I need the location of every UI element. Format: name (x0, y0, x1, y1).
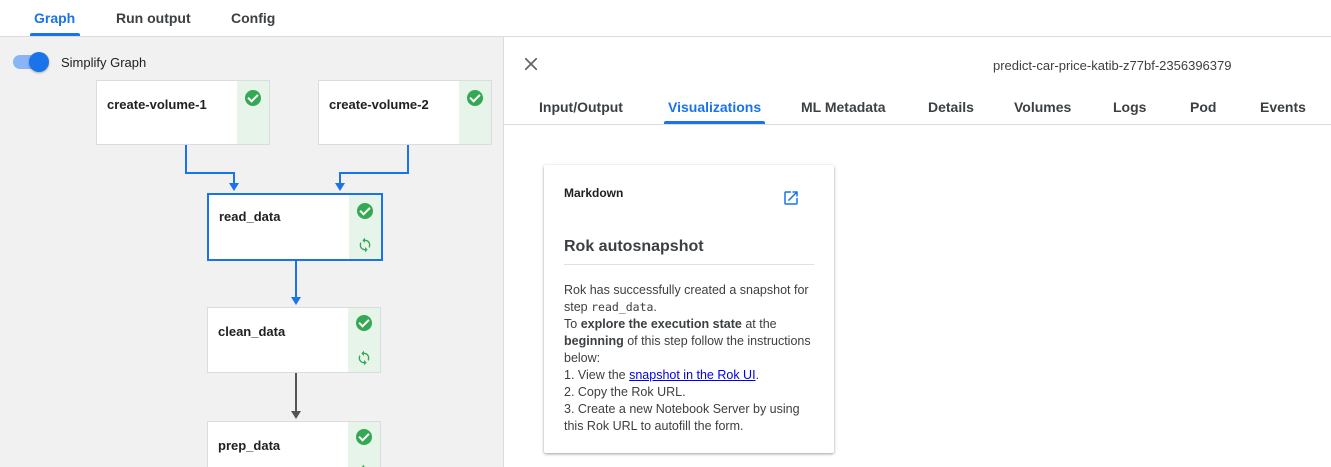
tab-run-output[interactable]: Run output (116, 10, 191, 26)
top-tab-bar: Graph Run output Config (0, 0, 1331, 37)
active-tab-indicator (664, 121, 765, 124)
tab-pod[interactable]: Pod (1190, 99, 1216, 115)
markdown-text: 1. View the (564, 368, 630, 382)
open-in-new-icon[interactable] (782, 189, 800, 207)
markdown-text: . (653, 300, 657, 314)
tab-logs[interactable]: Logs (1113, 99, 1146, 115)
node-status-column (237, 81, 269, 144)
markdown-text: 2. Copy the Rok URL. (564, 385, 686, 399)
markdown-bold: beginning (564, 334, 624, 348)
check-circle-icon (356, 315, 372, 331)
node-status-column (459, 81, 491, 144)
graph-pane: Simplify Graph create-volume-1 create-vo… (0, 37, 503, 467)
tab-input-output[interactable]: Input/Output (539, 99, 623, 115)
check-circle-icon (467, 90, 483, 106)
node-label: create-volume-1 (107, 97, 207, 112)
step-name-code: read_data (591, 300, 654, 314)
tab-events[interactable]: Events (1260, 99, 1306, 115)
markdown-text: at the (741, 317, 777, 331)
check-circle-icon (245, 90, 261, 106)
sync-icon (358, 350, 370, 366)
markdown-body: Rok has successfully created a snapshot … (564, 282, 822, 435)
graph-node-read-data[interactable]: read_data (207, 193, 383, 261)
node-label: create-volume-2 (329, 97, 429, 112)
node-label: clean_data (218, 324, 286, 339)
edge-create-volume-2-read-data (339, 145, 409, 185)
edge-create-volume-1-read-data (185, 145, 235, 185)
graph-node-prep-data[interactable]: prep_data (207, 421, 381, 467)
active-tab-indicator (30, 33, 80, 36)
edge-arrowhead (291, 297, 301, 305)
tab-config[interactable]: Config (231, 10, 275, 26)
tab-details[interactable]: Details (928, 99, 974, 115)
markdown-text: 3. Create a new Notebook Server by using… (564, 402, 800, 433)
graph-node-clean-data[interactable]: clean_data (207, 307, 381, 373)
check-circle-icon (356, 429, 372, 445)
graph-node-create-volume-1[interactable]: create-volume-1 (96, 80, 270, 145)
tab-graph[interactable]: Graph (34, 10, 75, 26)
tab-volumes[interactable]: Volumes (1014, 99, 1071, 115)
node-label: prep_data (218, 438, 281, 453)
card-title: Markdown (564, 186, 624, 200)
run-node-id: predict-car-price-katib-z77bf-2356396379 (993, 58, 1232, 73)
edge-arrowhead (335, 183, 345, 191)
edge-arrowhead (229, 183, 239, 191)
markdown-text: To (564, 317, 581, 331)
details-tab-bar: Input/Output Visualizations ML Metadata … (504, 89, 1331, 125)
edge-arrowhead (291, 411, 301, 419)
sync-icon (359, 237, 371, 253)
node-status-column (349, 195, 381, 259)
markdown-heading: Rok autosnapshot (564, 238, 704, 255)
tab-visualizations[interactable]: Visualizations (668, 99, 761, 115)
node-status-column (348, 308, 380, 372)
markdown-visualization-card: Markdown Rok autosnapshot Rok has succes… (544, 165, 834, 453)
node-label: read_data (219, 209, 281, 224)
close-icon[interactable] (522, 55, 540, 73)
markdown-rule (564, 264, 814, 265)
tab-ml-metadata[interactable]: ML Metadata (801, 99, 886, 115)
check-circle-icon (357, 203, 373, 219)
graph-node-create-volume-2[interactable]: create-volume-2 (318, 80, 492, 145)
rok-snapshot-link[interactable]: snapshot in the Rok UI (629, 368, 755, 382)
markdown-text: . (755, 368, 760, 382)
node-status-column (348, 422, 380, 467)
markdown-bold: explore the execution state (580, 317, 742, 331)
